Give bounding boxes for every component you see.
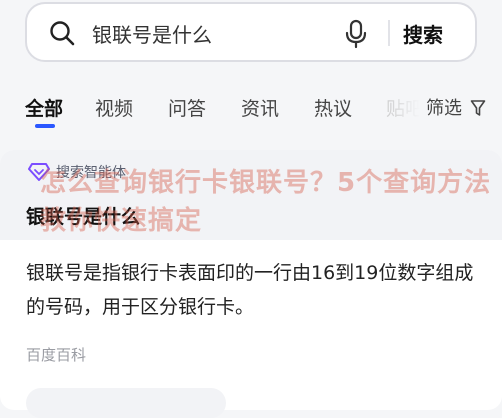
tabs-fade: [370, 86, 420, 134]
ai-answer-header: 搜索智能体 银联号是什么: [0, 150, 502, 240]
search-icon: [50, 21, 75, 46]
mic-icon[interactable]: [343, 19, 369, 49]
result-tabs: 全部 视频 问答 资讯 热议 贴吧 筛选: [0, 86, 502, 138]
tab-news[interactable]: 资讯: [241, 94, 279, 121]
filter-button[interactable]: 筛选: [420, 94, 486, 124]
tab-video[interactable]: 视频: [95, 94, 133, 121]
search-button[interactable]: 搜索: [403, 10, 477, 56]
result-snippet: 银联号是指银行卡表面印的一行由16到19位数字组成的号码，用于区分银行卡。: [26, 262, 474, 318]
search-bar: 搜索: [25, 2, 477, 62]
tab-qa[interactable]: 问答: [168, 94, 206, 121]
result-title[interactable]: 银联号是什么: [26, 202, 140, 229]
related-pill[interactable]: [26, 388, 226, 418]
tab-discussion[interactable]: 热议: [314, 94, 352, 121]
diamond-icon: [28, 163, 50, 181]
filter-icon: [470, 100, 486, 116]
filter-label: 筛选: [426, 98, 462, 119]
tab-all[interactable]: 全部: [25, 94, 63, 121]
ai-agent-label: 搜索智能体: [56, 165, 126, 181]
search-divider: [388, 20, 390, 46]
result-card[interactable]: 搜索智能体 银联号是什么 怎么查询银行卡银联号？5个查询方法教你快速搞定 银联号…: [0, 150, 502, 418]
result-source[interactable]: 百度百科: [26, 344, 86, 365]
active-tab-indicator: [35, 124, 55, 128]
search-input[interactable]: [92, 14, 332, 52]
